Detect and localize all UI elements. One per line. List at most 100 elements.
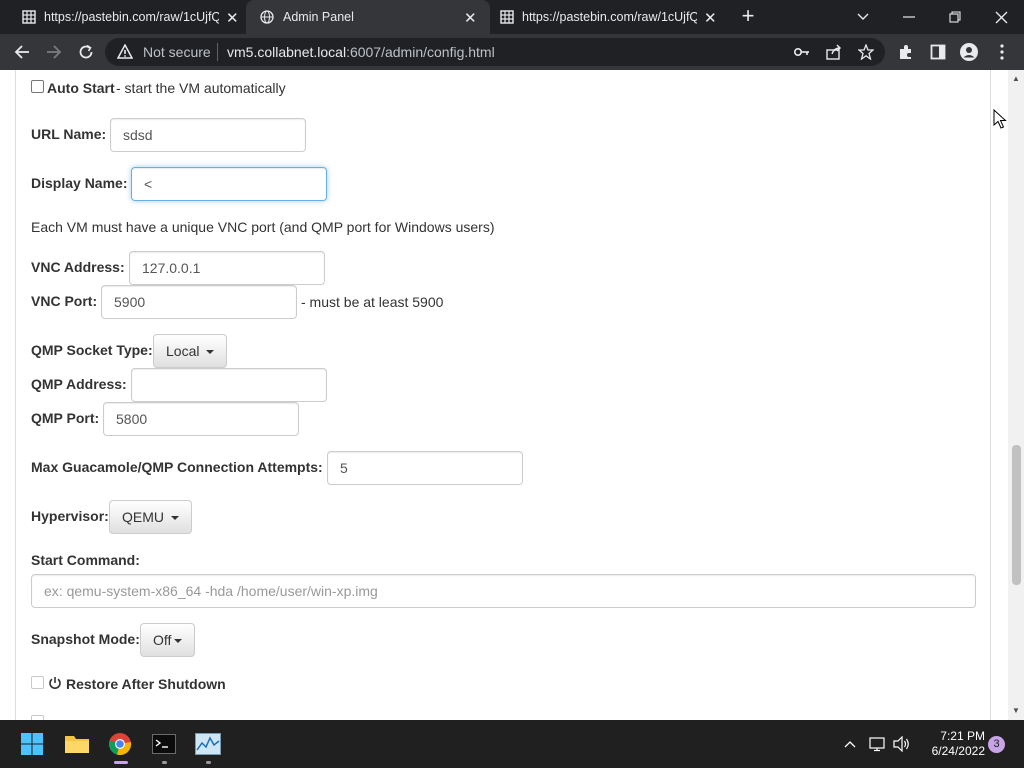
snapshot-mode-dropdown[interactable]: Off bbox=[140, 623, 196, 657]
pastebin-favicon-icon bbox=[500, 10, 514, 24]
network-icon[interactable] bbox=[868, 734, 888, 754]
max-attempts-input[interactable]: 5 bbox=[327, 451, 523, 485]
running-app-indicator bbox=[206, 761, 211, 764]
key-icon[interactable] bbox=[793, 43, 811, 61]
scrollbar-thumb[interactable] bbox=[1012, 445, 1021, 585]
notification-badge[interactable]: 3 bbox=[988, 736, 1005, 753]
tab-pastebin-2[interactable]: https://pastebin.com/raw/1cUjfQ ✕ bbox=[478, 0, 728, 34]
power-icon bbox=[49, 677, 61, 689]
windows-taskbar: 7:21 PM 6/24/2022 3 bbox=[0, 720, 1024, 768]
display-name-input[interactable]: < bbox=[131, 167, 327, 201]
caret-down-icon bbox=[174, 639, 183, 644]
show-hidden-icons-chevron-icon[interactable] bbox=[840, 734, 860, 754]
qmp-port-input[interactable]: 5800 bbox=[103, 402, 299, 436]
windows-logo-icon bbox=[21, 733, 43, 755]
hypervisor-dropdown[interactable]: QEMU bbox=[109, 500, 192, 534]
taskbar-chrome[interactable] bbox=[104, 728, 136, 764]
qmp-socket-type-dropdown[interactable]: Local bbox=[153, 334, 228, 368]
restore-after-shutdown-label: Restore After Shutdown bbox=[66, 676, 226, 692]
tab-admin-panel[interactable]: Admin Panel ✕ bbox=[246, 0, 490, 34]
scroll-down-arrow-icon[interactable]: ▼ bbox=[1012, 706, 1020, 715]
url-text[interactable]: vm5.collabnet.local:6007/admin/config.ht… bbox=[227, 44, 495, 60]
forward-button[interactable] bbox=[43, 41, 65, 63]
tab-title: Admin Panel bbox=[283, 10, 354, 24]
folder-icon bbox=[65, 736, 89, 753]
tab-title: https://pastebin.com/raw/1cUjfQ bbox=[522, 10, 697, 24]
max-attempts-label: Max Guacamole/QMP Connection Attempts: bbox=[31, 459, 323, 475]
minimize-button[interactable] bbox=[886, 0, 932, 34]
taskbar-resource-monitor[interactable] bbox=[192, 728, 224, 764]
clock-date: 6/24/2022 bbox=[931, 744, 985, 758]
address-separator bbox=[217, 43, 218, 61]
url-path: :6007/admin/config.html bbox=[346, 44, 495, 60]
volume-icon[interactable] bbox=[892, 734, 912, 754]
address-bar[interactable]: Not secure vm5.collabnet.local:6007/admi… bbox=[105, 38, 885, 66]
tab-pastebin-1[interactable]: https://pastebin.com/raw/1cUjfQ ✕ bbox=[0, 0, 250, 34]
restore-after-shutdown-checkbox[interactable] bbox=[31, 676, 44, 689]
panel-left-border bbox=[15, 70, 16, 720]
profile-avatar-icon[interactable] bbox=[960, 43, 978, 61]
close-window-button[interactable] bbox=[978, 0, 1024, 34]
start-command-input[interactable]: ex: qemu-system-x86_64 -hda /home/user/w… bbox=[31, 574, 976, 608]
url-name-label: URL Name: bbox=[31, 126, 107, 142]
vnc-port-note: Each VM must have a unique VNC port (and… bbox=[31, 219, 495, 235]
auto-start-checkbox[interactable] bbox=[31, 80, 44, 93]
security-status-label[interactable]: Not secure bbox=[143, 44, 211, 60]
vnc-address-input[interactable]: 127.0.0.1 bbox=[129, 251, 325, 285]
auto-start-label: Auto Start bbox=[47, 80, 115, 96]
vnc-address-label: VNC Address: bbox=[31, 259, 125, 275]
caret-down-icon bbox=[170, 516, 179, 521]
qmp-socket-type-value: Local bbox=[166, 343, 200, 359]
mouse-cursor-icon bbox=[993, 109, 1007, 129]
panel-right-border bbox=[990, 70, 991, 720]
url-host: vm5.collabnet.local bbox=[227, 44, 347, 60]
warning-icon[interactable] bbox=[117, 44, 133, 60]
bookmark-star-icon[interactable] bbox=[857, 43, 875, 61]
back-button[interactable] bbox=[11, 41, 33, 63]
caret-down-icon bbox=[206, 350, 215, 355]
performance-graph-icon bbox=[195, 733, 221, 755]
qmp-address-input[interactable] bbox=[131, 368, 327, 402]
hypervisor-label: Hypervisor: bbox=[31, 508, 109, 524]
share-icon[interactable] bbox=[825, 43, 843, 61]
terminal-icon bbox=[152, 734, 176, 754]
reload-button[interactable] bbox=[75, 41, 97, 63]
tab-title: https://pastebin.com/raw/1cUjfQ bbox=[44, 10, 219, 24]
start-button[interactable] bbox=[16, 728, 48, 760]
qmp-socket-type-label: QMP Socket Type: bbox=[31, 342, 153, 358]
vnc-port-hint: - must be at least 5900 bbox=[301, 294, 444, 310]
browser-tab-strip: https://pastebin.com/raw/1cUjfQ ✕ Admin … bbox=[0, 0, 1024, 34]
side-panel-icon[interactable] bbox=[929, 43, 947, 61]
tab-close-icon[interactable]: ✕ bbox=[226, 9, 239, 27]
tab-search-chevron-icon[interactable] bbox=[840, 0, 886, 34]
chrome-icon bbox=[108, 733, 132, 756]
page-scrollbar[interactable]: ▲ ▼ bbox=[1008, 70, 1024, 720]
page-content: Auto Start - start the VM automatically … bbox=[0, 70, 1008, 720]
display-name-label: Display Name: bbox=[31, 175, 128, 191]
extensions-puzzle-icon[interactable] bbox=[897, 43, 915, 61]
new-tab-button[interactable]: + bbox=[737, 5, 759, 27]
browser-toolbar: Not secure vm5.collabnet.local:6007/admi… bbox=[0, 34, 1024, 70]
restore-button[interactable] bbox=[932, 0, 978, 34]
taskbar-file-explorer[interactable] bbox=[61, 728, 93, 760]
snapshot-mode-label: Snapshot Mode: bbox=[31, 631, 140, 647]
clock-time: 7:21 PM bbox=[940, 729, 985, 743]
scroll-up-arrow-icon[interactable]: ▲ bbox=[1012, 74, 1020, 83]
system-clock[interactable]: 7:21 PM 6/24/2022 bbox=[915, 729, 985, 759]
tab-close-icon[interactable]: ✕ bbox=[704, 9, 717, 27]
snapshot-mode-value: Off bbox=[153, 632, 172, 648]
tab-close-icon[interactable]: ✕ bbox=[464, 9, 477, 27]
pastebin-favicon-icon bbox=[22, 10, 36, 24]
active-app-indicator bbox=[114, 761, 128, 764]
globe-icon bbox=[260, 10, 274, 24]
hypervisor-value: QEMU bbox=[122, 509, 164, 525]
qmp-port-label: QMP Port: bbox=[31, 410, 100, 426]
browser-menu-icon[interactable] bbox=[993, 43, 1011, 61]
url-name-input[interactable]: sdsd bbox=[110, 118, 306, 152]
qmp-address-label: QMP Address: bbox=[31, 376, 127, 392]
start-command-label: Start Command: bbox=[31, 552, 140, 568]
vnc-port-label: VNC Port: bbox=[31, 293, 98, 309]
taskbar-terminal[interactable] bbox=[148, 728, 180, 764]
running-app-indicator bbox=[162, 761, 167, 764]
vnc-port-input[interactable]: 5900 bbox=[101, 285, 297, 319]
